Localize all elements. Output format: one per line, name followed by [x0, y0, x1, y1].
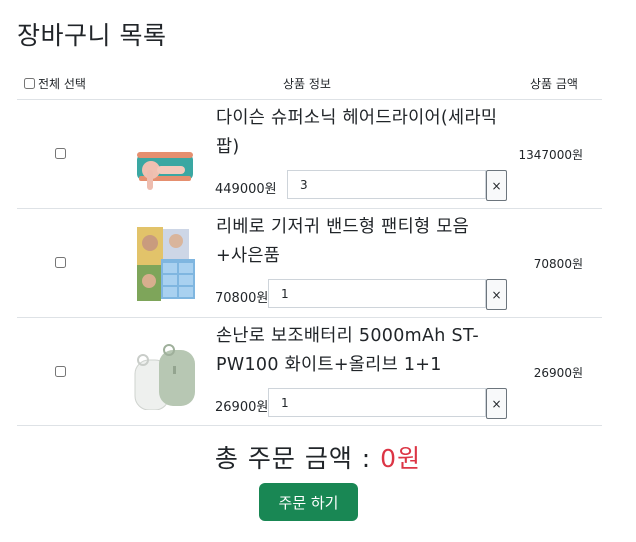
unit-price: 70800원 — [215, 291, 269, 306]
unit-price: 449000원 — [215, 182, 277, 197]
column-header-info: 상품 정보 — [283, 77, 331, 91]
item-checkbox[interactable] — [55, 257, 66, 268]
divider — [17, 425, 602, 426]
quantity-input[interactable]: 1 — [268, 388, 486, 417]
product-name[interactable]: 리베로 기저귀 밴드형 팬티형 모음 +사은품 — [216, 213, 506, 271]
remove-item-button[interactable]: × — [486, 388, 507, 419]
product-name[interactable]: 다이슨 슈퍼소닉 헤어드라이어(세라믹 팝) — [216, 104, 506, 162]
order-total-amount: 0원 — [380, 444, 422, 473]
quantity-input[interactable]: 3 — [287, 170, 486, 199]
quantity-input[interactable]: 1 — [268, 279, 486, 308]
remove-item-button[interactable]: × — [486, 279, 507, 310]
product-image-diapers — [137, 227, 195, 301]
select-all-checkbox[interactable] — [24, 78, 35, 89]
order-total-label: 총 주문 금액 — [214, 444, 353, 473]
table-header: 전체 선택 상품 정보 상품 금액 — [17, 73, 602, 99]
unit-price: 26900원 — [215, 400, 269, 415]
order-total-separator: : — [361, 444, 372, 473]
product-name[interactable]: 손난로 보조배터리 5000mAh ST-PW100 화이트+올리브 1+1 — [216, 322, 506, 380]
item-checkbox[interactable] — [55, 148, 66, 159]
select-all[interactable]: 전체 선택 — [24, 75, 86, 92]
table-row: 다이슨 슈퍼소닉 헤어드라이어(세라믹 팝) 449000원 3 × 13470… — [17, 100, 602, 208]
product-image-hair-dryer — [137, 152, 193, 190]
item-checkbox[interactable] — [55, 366, 66, 377]
table-row: 손난로 보조배터리 5000mAh ST-PW100 화이트+올리브 1+1 2… — [17, 318, 602, 426]
remove-item-button[interactable]: × — [486, 170, 507, 201]
table-row: 리베로 기저귀 밴드형 팬티형 모음 +사은품 70800원 1 × 70800… — [17, 209, 602, 317]
select-all-label: 전체 선택 — [38, 77, 86, 91]
item-total: 1347000원 — [518, 148, 583, 162]
page-title: 장바구니 목록 — [17, 21, 167, 50]
order-button[interactable]: 주문 하기 — [259, 483, 358, 521]
column-header-price: 상품 금액 — [530, 77, 578, 91]
item-total: 26900원 — [533, 366, 583, 380]
product-image-power-bank — [134, 344, 195, 410]
item-total: 70800원 — [533, 257, 583, 271]
order-total: 총 주문 금액 : 0원 — [0, 439, 636, 475]
